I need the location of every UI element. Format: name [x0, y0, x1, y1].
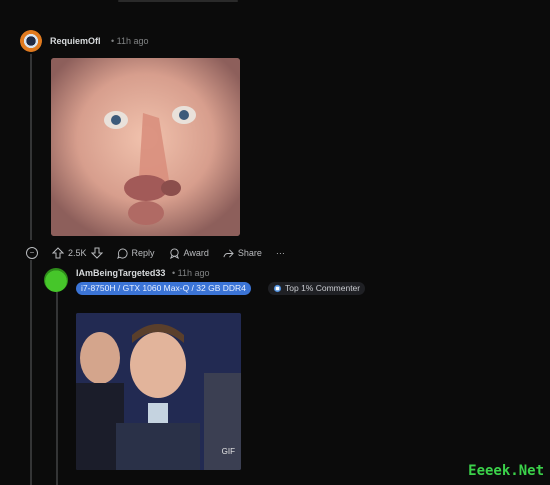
user-flair: i7-8750H / GTX 1060 Max-Q / 32 GB DDR4 — [76, 282, 251, 295]
avatar[interactable] — [20, 30, 42, 52]
reply-label: Reply — [131, 248, 155, 258]
award-icon — [169, 247, 179, 259]
timestamp: • 11h ago — [111, 36, 149, 46]
watermark: Eeeek.Net — [468, 463, 544, 479]
username[interactable]: RequiemOfI — [50, 36, 101, 46]
award-label: Award — [183, 248, 209, 258]
award-button[interactable]: Award — [169, 247, 209, 259]
avatar[interactable] — [44, 268, 68, 292]
status-badge: Top 1% Commenter — [268, 282, 366, 295]
vote-controls: 2.5K — [52, 247, 103, 259]
gif-illustration — [76, 313, 241, 470]
downvote-icon[interactable] — [90, 247, 103, 259]
collapse-icon: − — [26, 247, 38, 259]
thread-line[interactable] — [30, 260, 32, 485]
badge-icon — [273, 284, 282, 293]
gif-badge: GIF — [221, 447, 235, 456]
comment-gif[interactable]: GIF — [76, 313, 241, 470]
top-divider — [118, 0, 238, 2]
collapse-button[interactable]: − — [26, 247, 38, 259]
upvote-count: 2.5K — [68, 248, 87, 258]
username[interactable]: IAmBeingTargeted33 — [76, 268, 165, 278]
comment-image[interactable] — [51, 58, 240, 236]
share-button[interactable]: Share — [223, 248, 262, 259]
comment-actions: − 2.5K Reply Award Share ··· — [26, 246, 299, 260]
more-button[interactable]: ··· — [276, 248, 285, 258]
reply-icon — [116, 247, 128, 259]
more-icon: ··· — [275, 248, 285, 258]
thread-line[interactable] — [56, 292, 58, 485]
share-icon — [223, 249, 234, 257]
reply-button[interactable]: Reply — [116, 247, 155, 259]
badge-label: Top 1% Commenter — [285, 283, 361, 293]
upvote-icon[interactable] — [52, 247, 64, 259]
thread-line[interactable] — [30, 54, 32, 240]
share-label: Share — [237, 248, 262, 258]
face-image-illustration — [51, 58, 240, 236]
timestamp: • 11h ago — [172, 268, 210, 278]
